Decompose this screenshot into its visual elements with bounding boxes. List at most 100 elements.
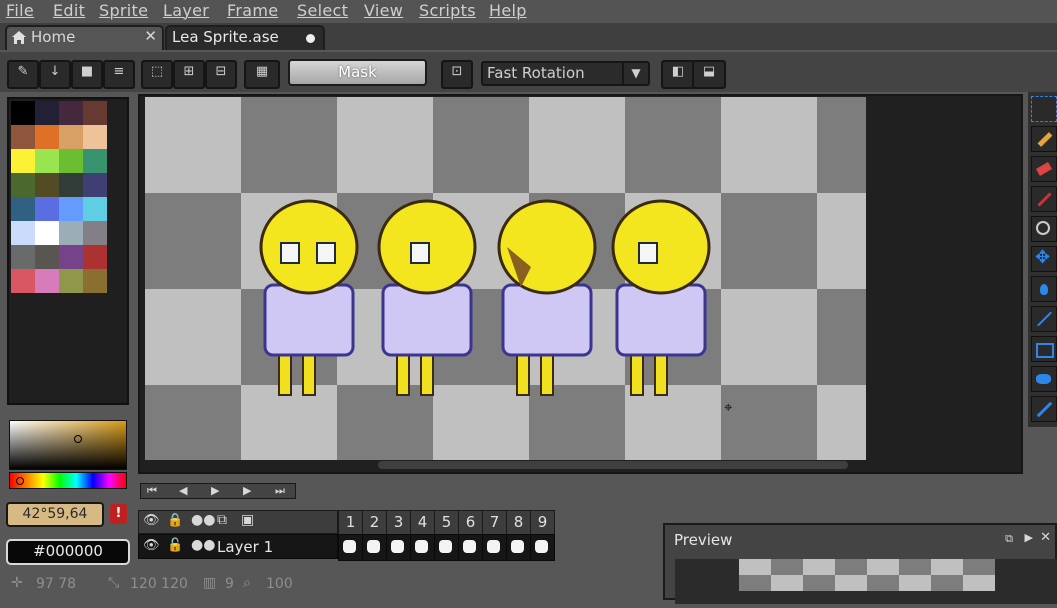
selection-subtract-button[interactable]: ⊟ (205, 60, 237, 89)
palette-swatch[interactable] (83, 269, 107, 293)
frame-cel[interactable] (434, 534, 459, 561)
blur-tool-icon[interactable] (1031, 396, 1057, 422)
menu-help[interactable]: Help (489, 1, 527, 20)
menu-lines-button[interactable]: ≡ (103, 60, 135, 89)
palette-swatch[interactable] (11, 101, 35, 125)
flip-horizontal-button[interactable]: ◧ (661, 60, 695, 89)
paint-bucket-tool-icon[interactable] (1031, 276, 1057, 302)
last-frame-icon[interactable]: ⏭ (275, 484, 285, 498)
down-button[interactable]: ↓ (39, 60, 71, 89)
frame-cel[interactable] (482, 534, 507, 561)
palette-swatch[interactable] (59, 149, 83, 173)
palette-swatch[interactable] (11, 269, 35, 293)
collapse-icon[interactable]: ⧉ (1005, 532, 1013, 546)
layer-name[interactable]: Layer 1 (217, 538, 273, 556)
frame-cel[interactable] (338, 534, 363, 561)
menu-frame[interactable]: Frame (227, 1, 278, 20)
palette-swatch[interactable] (35, 197, 59, 221)
palette-swatch[interactable] (11, 245, 35, 269)
frame-cel[interactable] (506, 534, 531, 561)
eye-icon[interactable]: 👁 (143, 513, 160, 528)
visibility-icon[interactable]: 👁 (143, 538, 160, 553)
palette-swatch[interactable] (59, 101, 83, 125)
play-icon[interactable]: ▶ (1025, 531, 1033, 544)
palette-swatch[interactable] (59, 269, 83, 293)
hue-handle[interactable] (16, 477, 24, 485)
eyedropper-tool-icon[interactable] (1031, 186, 1057, 212)
palette-swatch[interactable] (59, 245, 83, 269)
prev-frame-icon[interactable]: ◀ (179, 484, 187, 497)
pencil-mode-button[interactable]: ✎ (7, 60, 39, 89)
frame-header[interactable]: 5 (434, 510, 459, 536)
mask-color-button[interactable]: Mask (288, 59, 427, 86)
frame-header[interactable]: 6 (458, 510, 483, 536)
palette-swatch[interactable] (59, 125, 83, 149)
first-frame-icon[interactable]: ⏮ (147, 484, 157, 498)
selection-add-button[interactable]: ⊞ (173, 60, 205, 89)
frame-header[interactable]: 7 (482, 510, 507, 536)
palette-swatch[interactable] (35, 101, 59, 125)
chevron-down-icon[interactable]: ▼ (622, 63, 648, 84)
close-icon[interactable]: ✕ (144, 27, 157, 45)
continuous-icon[interactable]: ●● (191, 537, 215, 553)
palette-swatch[interactable] (83, 197, 107, 221)
frame-header[interactable]: 4 (410, 510, 435, 536)
frame-header[interactable]: 1 (338, 510, 363, 536)
frame-cel[interactable] (410, 534, 435, 561)
frame-header[interactable]: 8 (506, 510, 531, 536)
pencil-tool-icon[interactable] (1031, 126, 1057, 152)
rectangle-tool-icon[interactable] (1031, 336, 1057, 362)
square-button[interactable]: ■ (71, 60, 103, 89)
menu-select[interactable]: Select (297, 1, 348, 20)
selection-replace-button[interactable]: ⬚ (141, 60, 173, 89)
hex-color-field[interactable]: #000000 (6, 539, 130, 565)
frame-header[interactable]: 2 (362, 510, 387, 536)
link-icon[interactable]: ▣ (241, 512, 254, 528)
picker-handle[interactable] (74, 435, 82, 443)
warning-icon[interactable]: ! (110, 504, 127, 524)
palette-swatch[interactable] (11, 197, 35, 221)
unsaved-dot-icon[interactable] (306, 34, 315, 43)
continuous-icon[interactable]: ●● (191, 512, 215, 528)
palette-swatch[interactable] (83, 173, 107, 197)
menu-file[interactable]: File (6, 1, 34, 20)
marquee-tool-icon[interactable] (1031, 96, 1057, 122)
palette-swatch[interactable] (11, 125, 35, 149)
palette-swatch[interactable] (11, 221, 35, 245)
palette-swatch[interactable] (35, 125, 59, 149)
palette-swatch[interactable] (35, 221, 59, 245)
play-icon[interactable]: ▶ (211, 484, 219, 497)
palette-swatch[interactable] (59, 197, 83, 221)
palette-swatch[interactable] (35, 269, 59, 293)
menu-edit[interactable]: Edit (53, 1, 85, 20)
palette-swatch[interactable] (83, 125, 107, 149)
preview-canvas[interactable] (675, 559, 1057, 604)
layer-row[interactable]: 👁 🔓 ●● Layer 1 (138, 534, 338, 559)
foreground-color-button[interactable]: 42°59,64 (6, 502, 104, 527)
tab-sprite[interactable]: Lea Sprite.ase (165, 25, 325, 50)
palette-swatch[interactable] (59, 173, 83, 197)
frame-header[interactable]: 9 (530, 510, 555, 536)
unlock-icon[interactable]: 🔓 (167, 538, 183, 553)
close-icon[interactable]: ✕ (1040, 530, 1051, 545)
color-spectrum[interactable] (9, 420, 127, 470)
menu-view[interactable]: View (364, 1, 403, 20)
layers-icon[interactable]: ⧉ (217, 512, 227, 528)
zoom-tool-icon[interactable] (1031, 216, 1057, 242)
frame-header[interactable]: 3 (386, 510, 411, 536)
frame-cel[interactable] (386, 534, 411, 561)
palette-swatch[interactable] (11, 173, 35, 197)
pivot-button[interactable]: ⊡ (441, 60, 473, 89)
rotation-algorithm-select[interactable]: Fast Rotation ▼ (481, 61, 650, 86)
transparent-color-button[interactable]: ▦ (244, 60, 280, 89)
frame-cel[interactable] (362, 534, 387, 561)
menu-sprite[interactable]: Sprite (99, 1, 148, 20)
palette-swatch[interactable] (35, 245, 59, 269)
flip-vertical-button[interactable]: ⬓ (692, 60, 726, 89)
palette-swatch[interactable] (11, 149, 35, 173)
menu-layer[interactable]: Layer (163, 1, 209, 20)
horizontal-scrollbar[interactable] (378, 461, 848, 469)
palette-swatch[interactable] (35, 149, 59, 173)
palette-swatch[interactable] (59, 221, 83, 245)
eraser-tool-icon[interactable] (1031, 156, 1057, 182)
